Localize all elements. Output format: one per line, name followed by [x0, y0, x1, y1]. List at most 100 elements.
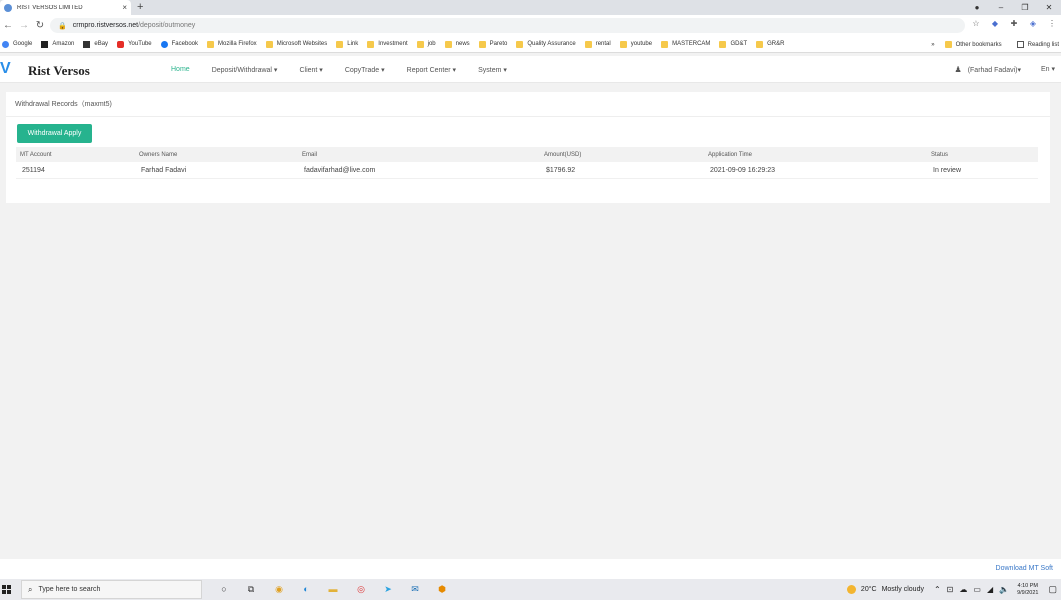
- bookmark-youtube[interactable]: YouTube: [117, 40, 152, 48]
- onedrive-icon[interactable]: ☁: [959, 585, 967, 594]
- folder-icon: [584, 40, 592, 48]
- bookmark-mozilla-firefox[interactable]: Mozilla Firefox: [207, 40, 257, 48]
- other-bookmarks[interactable]: Other bookmarks: [944, 41, 1002, 48]
- bookmark-rental[interactable]: rental: [584, 40, 611, 48]
- download-mt-soft-link[interactable]: Download MT Soft: [996, 565, 1053, 572]
- opera-icon[interactable]: ◎: [354, 582, 368, 596]
- mail-icon[interactable]: ✉: [408, 582, 422, 596]
- cell-owners-name: Farhad Fadavi: [141, 166, 187, 174]
- profile-icon[interactable]: ●: [965, 0, 989, 15]
- new-tab-button[interactable]: +: [137, 0, 143, 15]
- browser-tab[interactable]: RIST VERSOS LIMITED ×: [0, 0, 131, 15]
- taskbar-clock[interactable]: 4:10 PM 9/9/2021: [1017, 583, 1038, 597]
- ebay-icon: [83, 40, 91, 48]
- extensions-puzzle-icon[interactable]: ✚: [1009, 19, 1019, 28]
- extension-shield-icon[interactable]: ◆: [990, 19, 1000, 28]
- weather-sun-icon: [846, 585, 856, 594]
- site-favicon-icon: [4, 3, 12, 12]
- nav-report-center[interactable]: Report Center ▾: [407, 66, 456, 74]
- forward-arrow-icon[interactable]: →: [16, 20, 32, 31]
- bookmark-facebook[interactable]: Facebook: [160, 40, 198, 48]
- nav-system[interactable]: System ▾: [478, 66, 507, 74]
- folder-icon: [444, 40, 452, 48]
- user-name: (Farhad Fadavi)▾: [967, 66, 1021, 74]
- wifi-icon[interactable]: ◢: [987, 585, 993, 594]
- bookmark-ebay[interactable]: eBay: [83, 40, 108, 48]
- bookmark-microsoft-websites[interactable]: Microsoft Websites: [265, 40, 327, 48]
- bookmark-google[interactable]: Google: [2, 40, 32, 48]
- cortana-icon[interactable]: ○: [217, 582, 231, 596]
- folder-icon: [661, 40, 669, 48]
- notifications-icon[interactable]: ▢: [1048, 584, 1057, 595]
- bookmark-mastercam[interactable]: MASTERCAM: [661, 40, 710, 48]
- browser-tab-bar: RIST VERSOS LIMITED × + ● – ❐ ✕: [0, 0, 1061, 15]
- bookmark-amazon[interactable]: Amazon: [41, 40, 74, 48]
- app-header: V Rist Versos Home Deposit/Withdrawal ▾ …: [0, 56, 1061, 83]
- bookmarks-bar: Google Amazon eBay YouTube Facebook Mozi…: [0, 36, 1061, 53]
- bookmark-job[interactable]: job: [416, 40, 436, 48]
- task-view-icon[interactable]: ⧉: [244, 582, 258, 596]
- bookmark-gdt[interactable]: GD&T: [719, 40, 747, 48]
- language-selector[interactable]: En ▾: [1041, 56, 1055, 83]
- col-application-time: Application Time: [708, 151, 753, 158]
- network-icon[interactable]: ⊡: [947, 585, 954, 594]
- edge-icon[interactable]: ◐: [299, 582, 313, 596]
- telegram-icon[interactable]: ➤: [381, 582, 395, 596]
- bookmark-pareto[interactable]: Pareto: [478, 40, 507, 48]
- bookmark-grr[interactable]: GR&R: [756, 40, 784, 48]
- folder-icon: [207, 40, 214, 48]
- battery-icon[interactable]: ▭: [973, 585, 981, 594]
- main-nav: Home Deposit/Withdrawal ▾ Client ▾ CopyT…: [171, 56, 529, 83]
- col-mt-account: MT Account: [20, 151, 52, 158]
- search-icon: ⌕: [28, 584, 33, 594]
- restore-window-icon[interactable]: ❐: [1013, 0, 1037, 15]
- page-title: Withdrawal Records（maxmt5): [15, 101, 112, 108]
- url-bar[interactable]: 🔒 crmpro.ristversos.net /deposit/outmone…: [50, 18, 965, 33]
- folder-icon: [944, 41, 952, 48]
- amazon-icon: [41, 40, 49, 48]
- folder-icon: [336, 40, 344, 48]
- folder-icon: [516, 40, 524, 48]
- bookmarks-overflow-button[interactable]: »: [931, 42, 934, 48]
- nav-copytrade[interactable]: CopyTrade ▾: [345, 66, 385, 74]
- volume-icon[interactable]: 🔈: [999, 585, 1009, 594]
- folder-icon: [416, 40, 424, 48]
- cell-amount: $1796.92: [546, 166, 576, 174]
- lock-icon: 🔒: [58, 22, 67, 30]
- withdrawal-apply-button[interactable]: Withdrawal Apply: [17, 124, 92, 143]
- back-arrow-icon[interactable]: ←: [0, 20, 16, 31]
- security-shield-icon[interactable]: ◈: [1028, 19, 1038, 28]
- chrome-icon[interactable]: ◉: [272, 582, 286, 596]
- user-menu[interactable]: ♟ (Farhad Fadavi)▾: [955, 56, 1021, 83]
- file-explorer-icon[interactable]: ▬: [326, 582, 340, 596]
- search-placeholder: Type here to search: [38, 586, 101, 593]
- bookmark-youtube-folder[interactable]: youtube: [619, 40, 652, 48]
- divider: [6, 116, 1050, 117]
- close-window-icon[interactable]: ✕: [1037, 0, 1061, 15]
- youtube-icon: [117, 40, 125, 48]
- reload-icon[interactable]: ↻: [32, 20, 48, 31]
- google-icon: [2, 40, 9, 48]
- weather-widget[interactable]: 20°C Mostly cloudy: [846, 585, 924, 594]
- chevron-up-icon[interactable]: ⌃: [934, 585, 941, 594]
- nav-deposit-withdrawal[interactable]: Deposit/Withdrawal ▾: [212, 66, 278, 74]
- nav-client[interactable]: Client ▾: [299, 66, 322, 74]
- reading-list-icon: [1016, 41, 1024, 48]
- windows-start-icon[interactable]: [2, 585, 11, 594]
- bookmark-news[interactable]: news: [444, 40, 470, 48]
- bookmark-link[interactable]: Link: [336, 40, 358, 48]
- app-icon[interactable]: ⬢: [435, 582, 449, 596]
- minimize-window-icon[interactable]: –: [989, 0, 1013, 15]
- close-tab-icon[interactable]: ×: [122, 3, 127, 12]
- withdrawal-table: MT Account Owners Name Email Amount(USD)…: [16, 147, 1038, 179]
- bookmark-investment[interactable]: Investment: [367, 40, 408, 48]
- bookmark-star-icon[interactable]: ☆: [971, 19, 981, 28]
- folder-icon: [265, 40, 273, 48]
- bookmark-quality-assurance[interactable]: Quality Assurance: [516, 40, 576, 48]
- nav-home[interactable]: Home: [171, 66, 190, 73]
- clock-time: 4:10 PM: [1017, 582, 1039, 589]
- folder-icon: [619, 40, 627, 48]
- reading-list[interactable]: Reading list: [1016, 41, 1059, 48]
- taskbar-search-box[interactable]: ⌕ Type here to search: [21, 580, 202, 599]
- browser-menu-icon[interactable]: ⋮: [1047, 19, 1057, 28]
